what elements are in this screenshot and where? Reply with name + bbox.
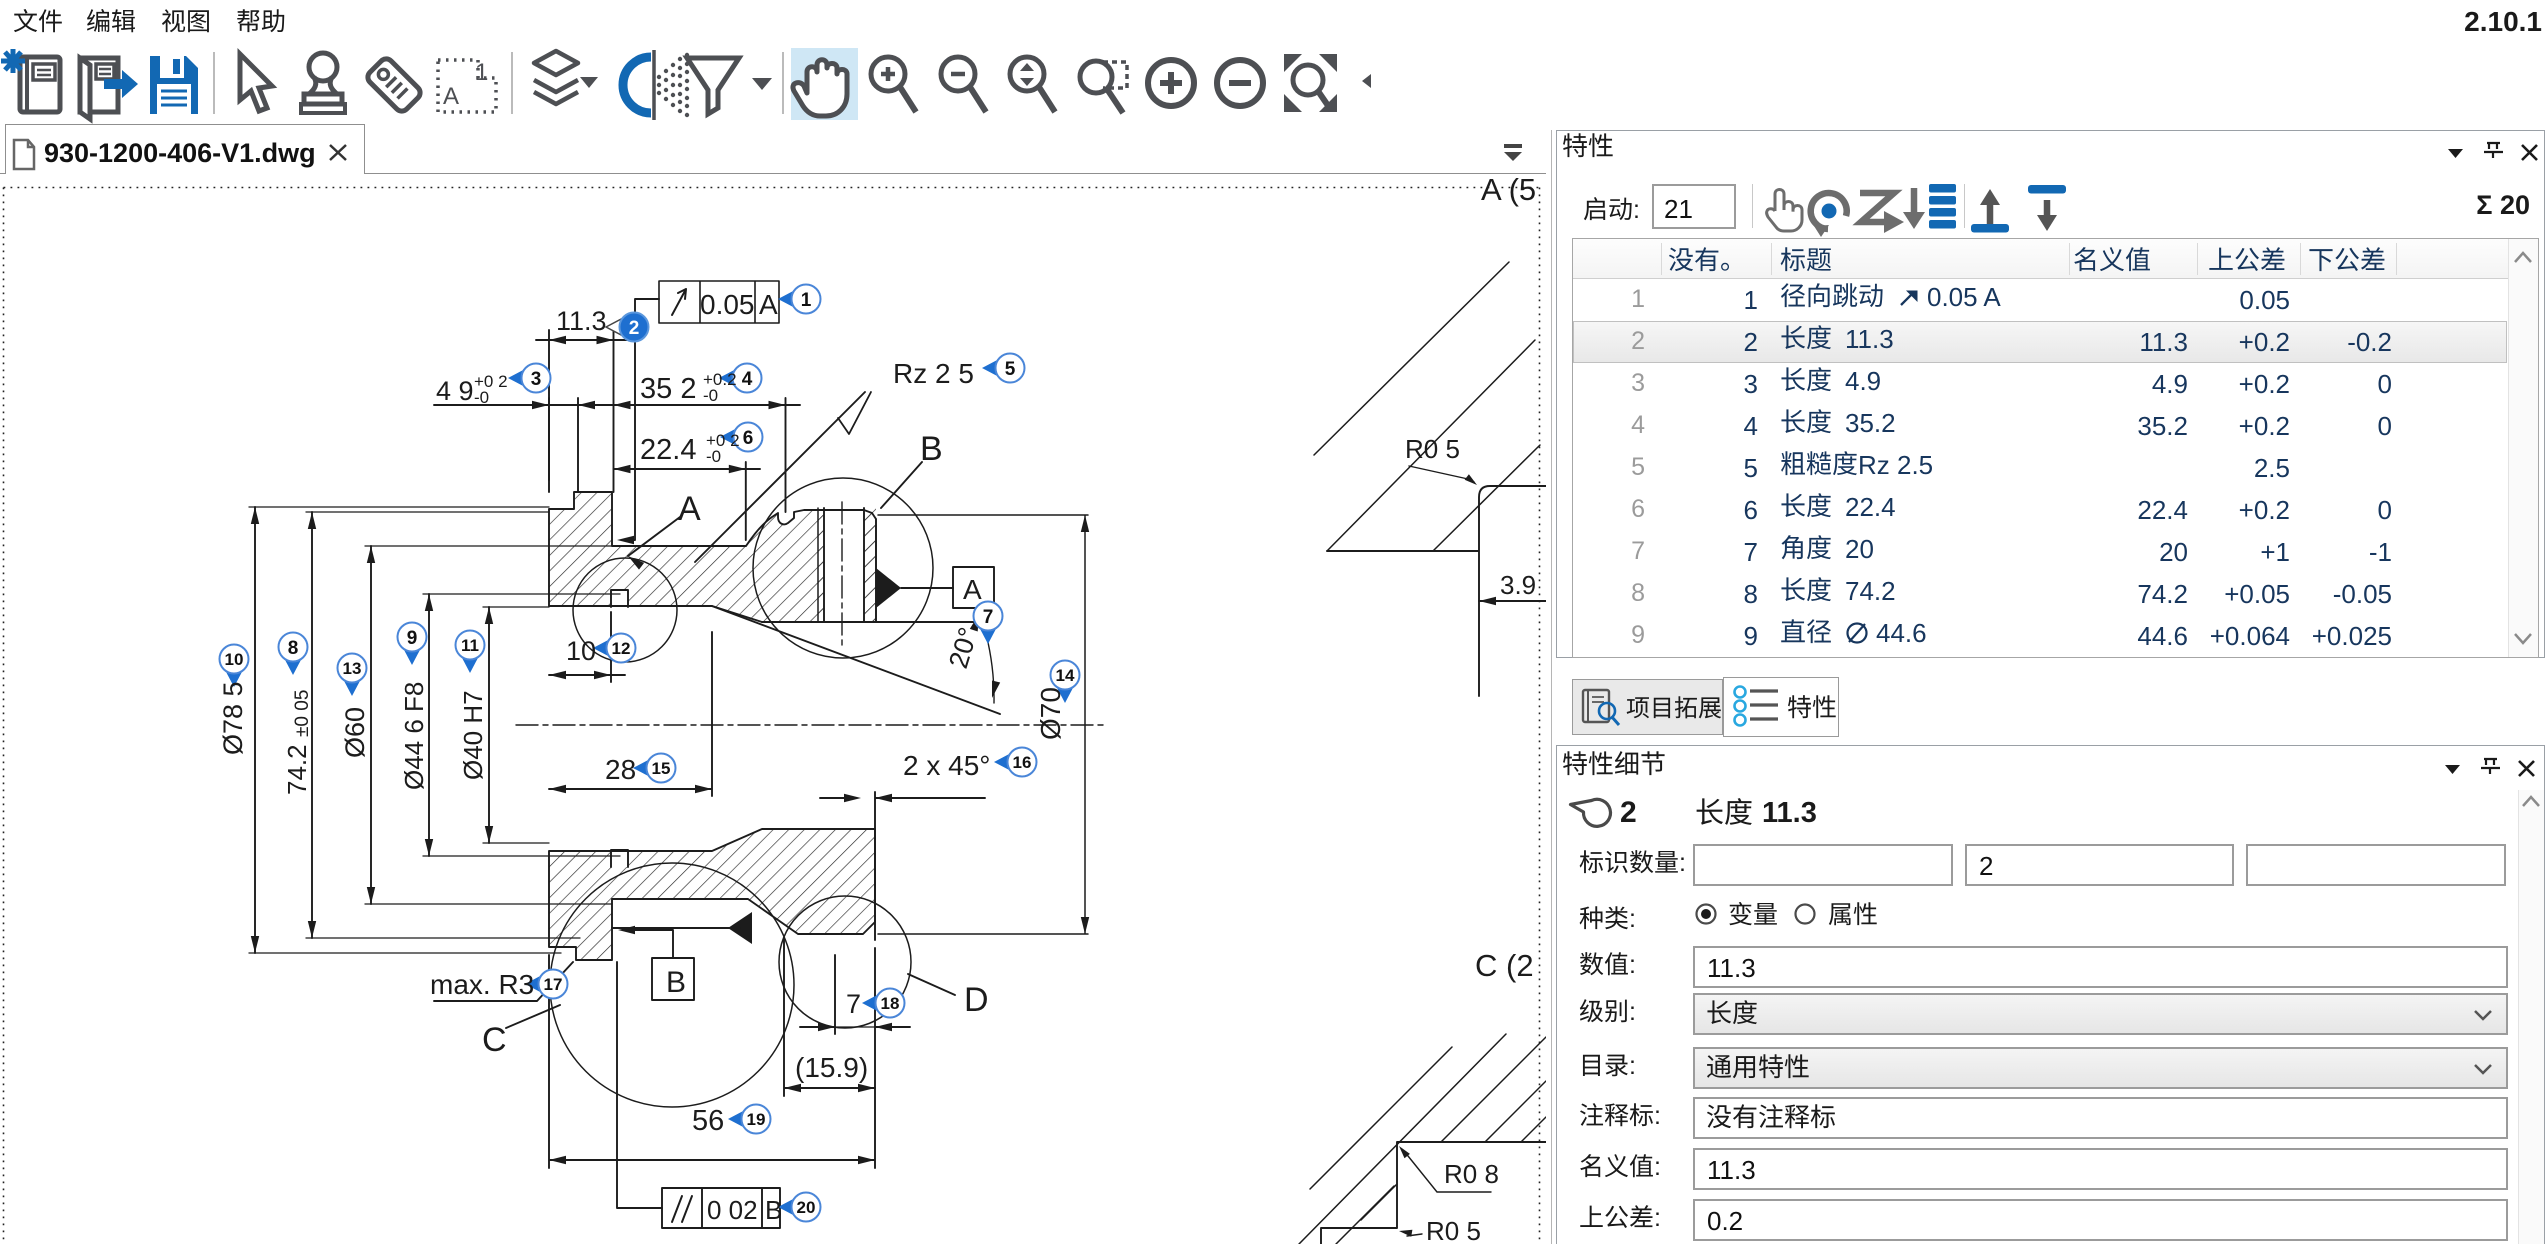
svg-text:A: A	[678, 490, 701, 528]
svg-text:3: 3	[531, 369, 542, 390]
svg-text:C: C	[482, 1021, 507, 1059]
svg-text:22.4: 22.4	[640, 434, 696, 466]
svg-text:A (5: A (5	[1481, 172, 1536, 207]
svg-text:-0: -0	[706, 447, 721, 466]
svg-text:8: 8	[288, 638, 299, 659]
svg-text:Ø44 6 F8: Ø44 6 F8	[399, 682, 429, 790]
svg-text:max. R3: max. R3	[430, 969, 534, 1000]
svg-text:C (2: C (2	[1475, 948, 1534, 983]
svg-text:11.3: 11.3	[556, 306, 607, 336]
svg-text:B: B	[920, 430, 943, 468]
svg-text:35 2: 35 2	[640, 373, 696, 405]
svg-text:Ø78 5: Ø78 5	[218, 681, 248, 755]
svg-text:(15.9): (15.9)	[795, 1052, 868, 1083]
svg-text:Rz 2 5: Rz 2 5	[893, 358, 974, 389]
svg-text:10: 10	[225, 650, 244, 669]
svg-text:2: 2	[629, 318, 640, 339]
svg-text::: :	[1654, 1153, 1661, 1181]
svg-text:±0 05: ±0 05	[292, 690, 313, 737]
svg-text:1: 1	[801, 290, 812, 311]
svg-text:3.9: 3.9	[1500, 570, 1536, 600]
svg-text:10: 10	[566, 636, 596, 666]
svg-text:7: 7	[846, 989, 861, 1019]
svg-text:Ø60: Ø60	[340, 707, 370, 758]
svg-text:R0 5: R0 5	[1405, 434, 1460, 464]
svg-text:Ø70: Ø70	[1035, 687, 1066, 740]
svg-text:-0: -0	[703, 386, 718, 405]
svg-text:0.05: 0.05	[700, 289, 755, 320]
svg-text:28: 28	[605, 754, 636, 785]
svg-text:56: 56	[692, 1105, 724, 1137]
svg-text:14: 14	[1056, 666, 1075, 685]
svg-text:4: 4	[742, 369, 753, 390]
svg-text:9: 9	[407, 628, 418, 649]
svg-text::: :	[1654, 1204, 1661, 1232]
svg-text:74.2: 74.2	[282, 744, 312, 795]
svg-text::: :	[1629, 951, 1636, 979]
svg-text::: :	[1633, 196, 1640, 224]
svg-text:13: 13	[343, 659, 362, 678]
svg-text:A: A	[963, 574, 982, 605]
svg-text:0 02: 0 02	[707, 1195, 758, 1225]
svg-text:4 9: 4 9	[436, 376, 474, 406]
svg-text:15: 15	[652, 759, 671, 778]
svg-text::: :	[1629, 905, 1636, 933]
svg-text:R0 5: R0 5	[1426, 1216, 1481, 1244]
svg-text::: :	[1629, 1052, 1636, 1080]
svg-text:B: B	[666, 966, 686, 999]
svg-text:B: B	[765, 1195, 782, 1225]
svg-text:5: 5	[1005, 359, 1016, 380]
svg-text:12: 12	[612, 639, 631, 658]
svg-text::: :	[1679, 849, 1686, 877]
svg-text:-0: -0	[474, 388, 489, 407]
svg-text:16: 16	[1013, 753, 1032, 772]
svg-text:6: 6	[743, 428, 754, 449]
svg-text:2 x 45°: 2 x 45°	[903, 750, 990, 781]
svg-text::: :	[1654, 1102, 1661, 1130]
svg-text:17: 17	[544, 975, 563, 994]
svg-text:20°: 20°	[943, 624, 984, 672]
svg-text:A: A	[759, 289, 778, 320]
svg-text:19: 19	[747, 1110, 766, 1129]
svg-text:18: 18	[881, 994, 900, 1013]
svg-text:20: 20	[797, 1198, 816, 1217]
svg-text:7: 7	[983, 607, 994, 628]
svg-text:11: 11	[461, 636, 479, 655]
svg-text:R0 8: R0 8	[1444, 1159, 1499, 1189]
svg-text:D: D	[964, 981, 989, 1019]
svg-text::: :	[1629, 998, 1636, 1026]
svg-text:Ø40 H7: Ø40 H7	[458, 690, 488, 780]
